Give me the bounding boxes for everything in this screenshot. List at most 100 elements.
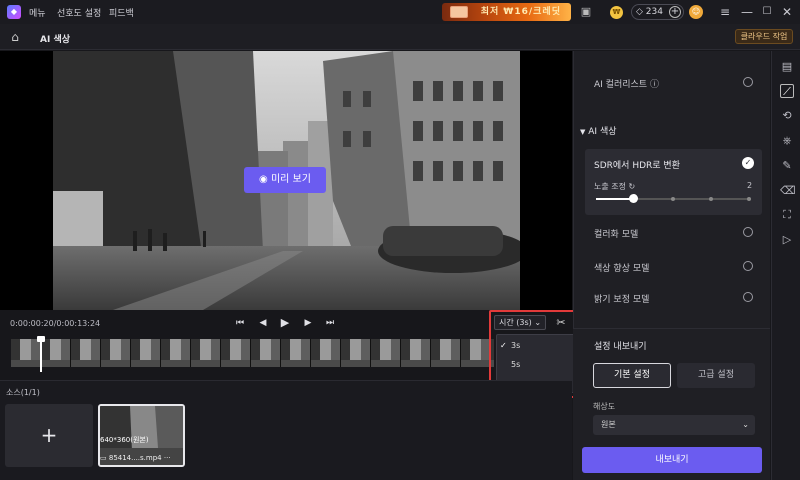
ai-color-section-header[interactable]: ▼ AI 색상 (580, 124, 617, 137)
minimize-button[interactable]: — (738, 3, 756, 21)
next-frame-icon[interactable]: ▶ (301, 316, 315, 330)
timeline-frame-building (401, 339, 410, 363)
timeline-frame-building (11, 339, 20, 363)
timeline-frame-building (191, 339, 200, 363)
menu-item-menu[interactable]: 메뉴 (29, 6, 46, 19)
export-settings-title: 설정 내보내기 (594, 342, 647, 352)
timeline-frame-building (391, 339, 400, 361)
ai-color-icon[interactable]: ⟋ (780, 84, 794, 98)
hamburger-menu-icon[interactable]: ≡ (716, 3, 734, 21)
timeline-frame-road (461, 360, 490, 367)
tutorial-icon[interactable]: ▣ (579, 5, 593, 19)
reset-icon[interactable]: ↻ (629, 182, 636, 191)
exposure-slider-knob[interactable] (629, 194, 638, 203)
play-icon[interactable]: ▶ (278, 316, 292, 330)
play-square-icon[interactable]: ▷ (780, 233, 794, 247)
eye-icon: ◉ (259, 174, 268, 185)
avatar[interactable]: ☺ (689, 5, 703, 19)
timeline-frame-road (41, 360, 70, 367)
timeline-frame-building (211, 339, 220, 361)
timeline-frame-road (191, 360, 220, 367)
skip-start-icon[interactable]: ⏮ (233, 316, 247, 330)
timeline-frame-building (71, 339, 80, 363)
ai-colorist-text: AI 컬러리스트 (594, 80, 648, 90)
info-icon[interactable]: ⓘ (650, 80, 659, 90)
triangle-down-icon: ▼ (580, 128, 586, 136)
credits-count: 234 (645, 7, 663, 17)
ai-colorist-radio[interactable] (743, 77, 753, 87)
promo-banner[interactable]: 최저 ₩16/크레딧 (442, 3, 571, 21)
eraser-icon[interactable]: ⌫ (780, 184, 796, 198)
resolution-label: 해상도 (593, 402, 616, 411)
preview-button-label: 미리 보기 (270, 174, 311, 185)
page-title: AI 색상 (40, 35, 71, 45)
preview-button[interactable]: ◉ 미리 보기 (244, 167, 326, 193)
timeline-frame-building (61, 339, 70, 361)
playhead[interactable] (37, 336, 45, 372)
add-source-button[interactable]: + (5, 404, 93, 467)
video-file-icon: ▭ (100, 454, 107, 462)
timeline-frame-road (431, 360, 460, 367)
timeline-frame-building (371, 339, 380, 363)
timeline-frame-road (71, 360, 100, 367)
colorize-model-label: 컬러화 모델 (594, 230, 639, 240)
option-label: 3s (511, 341, 521, 350)
timeline-frame-road (11, 360, 40, 367)
skip-end-icon[interactable]: ⏭ (323, 316, 337, 330)
colorize-model-radio[interactable] (743, 227, 753, 237)
prev-frame-icon[interactable]: ◀ (256, 316, 270, 330)
maximize-button[interactable]: ☐ (758, 3, 776, 21)
basic-settings-tab[interactable]: 기본 설정 (593, 363, 671, 388)
timeline-frame-road (281, 360, 310, 367)
option-label: 5s (511, 360, 521, 369)
home-icon[interactable]: ⌂ (8, 30, 22, 44)
frame-interpolation-icon[interactable]: ⟲ (780, 109, 794, 123)
clip-name-text: 85414....s.mp4 (108, 454, 162, 462)
selected-check-icon[interactable]: ✓ (742, 157, 754, 169)
section-title: AI 색상 (588, 127, 617, 137)
slider-tick (709, 197, 713, 201)
timeline-frame-road (251, 360, 280, 367)
exposure-slider-fill (596, 198, 633, 200)
clip-resolution: 640*360(원본) (100, 436, 149, 444)
close-button[interactable]: ✕ (778, 3, 796, 21)
timeline-frame-building (271, 339, 280, 361)
slider-tick (747, 197, 751, 201)
diamond-icon: ◇ (636, 7, 643, 17)
timeline-frame-building (151, 339, 160, 361)
timeline-frame-building (221, 339, 230, 363)
menu-item-preferences[interactable]: 선호도 설정 (57, 6, 101, 19)
duration-option-3s[interactable]: ✓ 3s (497, 337, 583, 355)
timeline-frame-road (341, 360, 370, 367)
check-icon: ✓ (500, 341, 507, 350)
coin-icon[interactable]: ₩ (610, 6, 623, 19)
timeline-frame-road (311, 360, 340, 367)
timeline-frame-road (371, 360, 400, 367)
timeline-frame-building (301, 339, 310, 361)
crop-icon[interactable]: ⛶ (780, 208, 794, 222)
more-icon[interactable]: ··· (164, 454, 171, 462)
timeline-frame-building (281, 339, 290, 363)
advanced-settings-tab[interactable]: 고급 설정 (677, 363, 755, 388)
credits-badge[interactable]: ◇ 234 + (631, 4, 684, 20)
exposure-text: 노출 조정 (594, 182, 626, 191)
add-credits-icon[interactable]: + (669, 6, 681, 18)
sub-toolbar (0, 24, 800, 50)
timeline-frame-building (241, 339, 250, 361)
edit-icon[interactable]: ✎ (780, 159, 794, 173)
video-enhance-icon[interactable]: ▤ (780, 60, 794, 74)
brightness-model-radio[interactable] (743, 292, 753, 302)
timeline-frame-road (401, 360, 430, 367)
chevron-down-icon: ⌄ (742, 420, 749, 429)
timeline-frame-building (431, 339, 440, 363)
menu-item-feedback[interactable]: 피드백 (109, 6, 134, 19)
duration-option-5s[interactable]: 5s (497, 356, 583, 374)
denoise-icon[interactable]: ⎈ (780, 134, 794, 148)
timeline-frame-building (121, 339, 130, 361)
timeline-strip[interactable] (11, 339, 494, 367)
export-button[interactable]: 내보내기 (582, 447, 762, 473)
timeline-frame-building (251, 339, 260, 363)
resolution-select[interactable]: 원본 ⌄ (593, 415, 755, 435)
color-enhance-model-radio[interactable] (743, 261, 753, 271)
cloud-task-button[interactable]: 클라우드 작업 (735, 29, 793, 44)
